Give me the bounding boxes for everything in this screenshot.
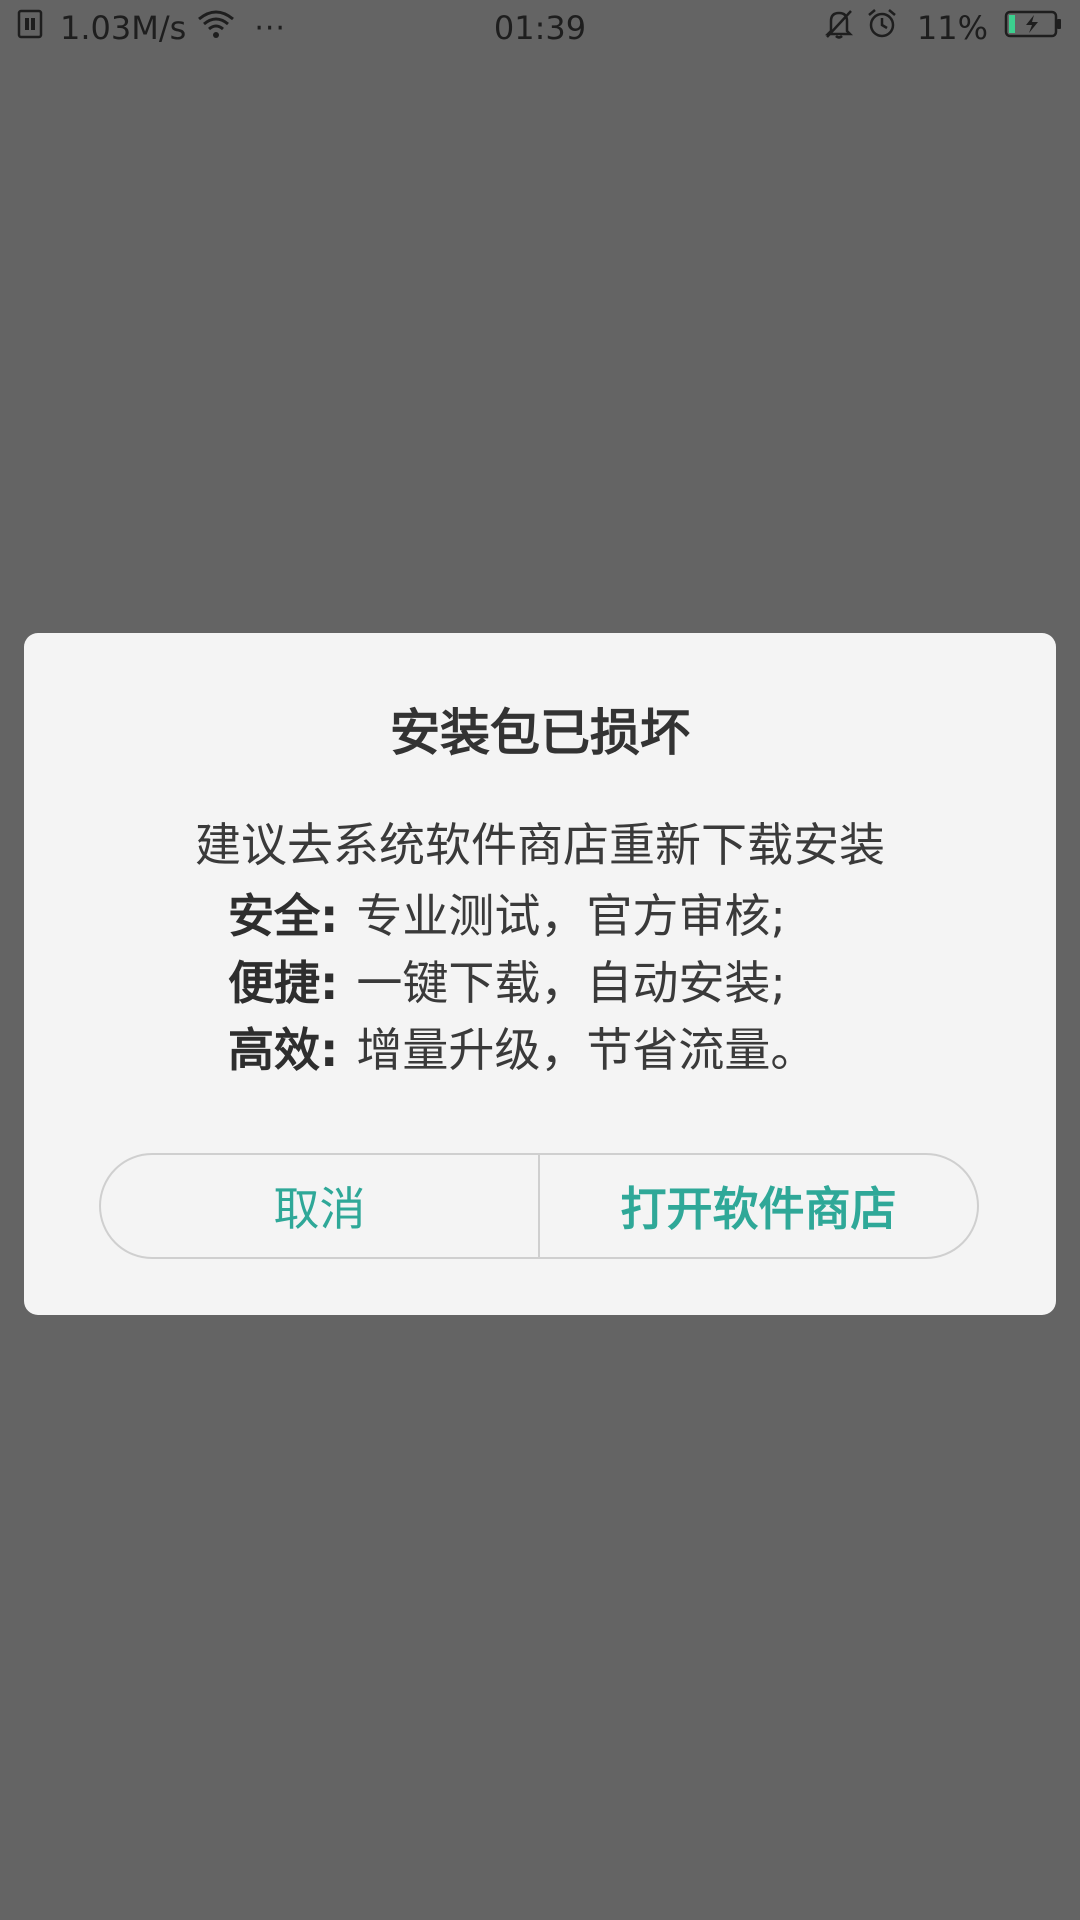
battery-charging-icon [1004, 9, 1064, 47]
dialog-title: 安装包已损坏 [390, 704, 690, 762]
dialog-subtitle: 建议去系统软件商店重新下载安装 [195, 818, 885, 872]
feature-desc: 增量升级，节省流量。 [356, 1023, 817, 1077]
status-right: 11% [823, 8, 1064, 48]
bell-muted-icon [823, 7, 855, 49]
dialog-button-group: 取消 打开软件商店 [99, 1153, 979, 1259]
feature-desc: 专业测试，官方审核; [356, 889, 786, 943]
battery-percent: 11% [916, 9, 988, 47]
cancel-button[interactable]: 取消 [101, 1155, 538, 1257]
feature-convenience: 便捷: 一键下载，自动安装; [228, 950, 786, 1010]
feature-security: 安全: 专业测试，官方审核; [228, 883, 786, 943]
install-error-dialog: 安装包已损坏 建议去系统软件商店重新下载安装 安全: 专业测试，官方审核; 便捷… [24, 633, 1056, 1315]
open-app-store-button[interactable]: 打开软件商店 [540, 1155, 977, 1257]
feature-label: 安全: [228, 889, 339, 943]
feature-label: 高效: [228, 1023, 339, 1077]
clock-time: 01:39 [493, 9, 587, 47]
alarm-icon [865, 7, 899, 49]
screen: 1.03M/s ··· 01:39 11% 安装包已损坏 建议去系统软件商店重新… [0, 0, 1080, 1920]
status-bar: 1.03M/s ··· 01:39 11% [0, 0, 1080, 56]
feature-efficiency: 高效: 增量升级，节省流量。 [228, 1017, 816, 1077]
feature-desc: 一键下载，自动安装; [356, 956, 786, 1010]
feature-label: 便捷: [228, 956, 339, 1010]
